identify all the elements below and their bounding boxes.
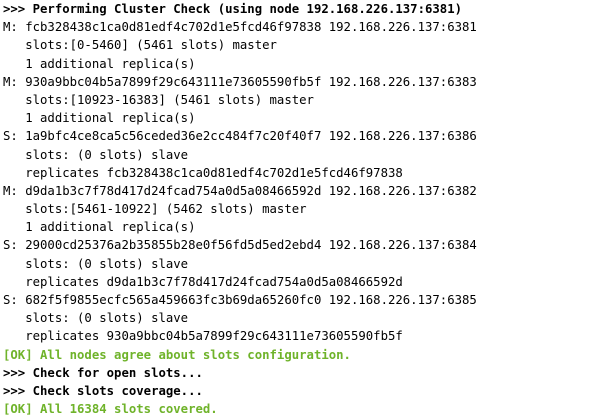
node-line: S: 29000cd25376a2b35855b28e0f56fd5d5ed2e… (3, 238, 477, 253)
cluster-check-header: >>> Performing Cluster Check (using node… (3, 2, 463, 16)
ok-slots-covered-message: [OK] All 16384 slots covered. (3, 402, 218, 417)
node-extra-line: replicates fcb328438c1ca0d81edf4c702d1e5… (3, 165, 403, 180)
node-slots-line: slots: (0 slots) slave (3, 147, 189, 162)
check-slots-coverage-line: >>> Check slots coverage... (3, 383, 203, 398)
node-slots-line: slots:[10923-16383] (5461 slots) master (3, 92, 314, 107)
node-line: S: 1a9bfc4ce8ca5c56ceded36e2cc484f7c20f4… (3, 129, 477, 144)
node-extra-line: replicates d9da1b3c7f78d417d24fcad754a0d… (3, 274, 403, 289)
node-slots-line: slots: (0 slots) slave (3, 256, 189, 271)
node-extra-line: 1 additional replica(s) (3, 220, 196, 235)
check-open-slots-line: >>> Check for open slots... (3, 365, 203, 380)
node-extra-line: replicates 930a9bbc04b5a7899f29c643111e7… (3, 329, 403, 344)
node-line: M: d9da1b3c7f78d417d24fcad754a0d5a084665… (3, 183, 477, 198)
node-line: M: 930a9bbc04b5a7899f29c643111e73605590f… (3, 74, 477, 89)
ok-slots-agree-message: [OK] All nodes agree about slots configu… (3, 347, 351, 362)
terminal-output: >>> Performing Cluster Check (using node… (0, 0, 605, 416)
node-slots-line: slots: (0 slots) slave (3, 311, 189, 326)
node-line: M: fcb328438c1ca0d81edf4c702d1e5fcd46f97… (3, 20, 477, 35)
node-slots-line: slots:[0-5460] (5461 slots) master (3, 38, 277, 53)
node-extra-line: 1 additional replica(s) (3, 56, 196, 71)
node-slots-line: slots:[5461-10922] (5462 slots) master (3, 202, 307, 217)
node-line: S: 682f5f9855ecfc565a459663fc3b69da65260… (3, 293, 477, 307)
node-extra-line: 1 additional replica(s) (3, 111, 196, 126)
